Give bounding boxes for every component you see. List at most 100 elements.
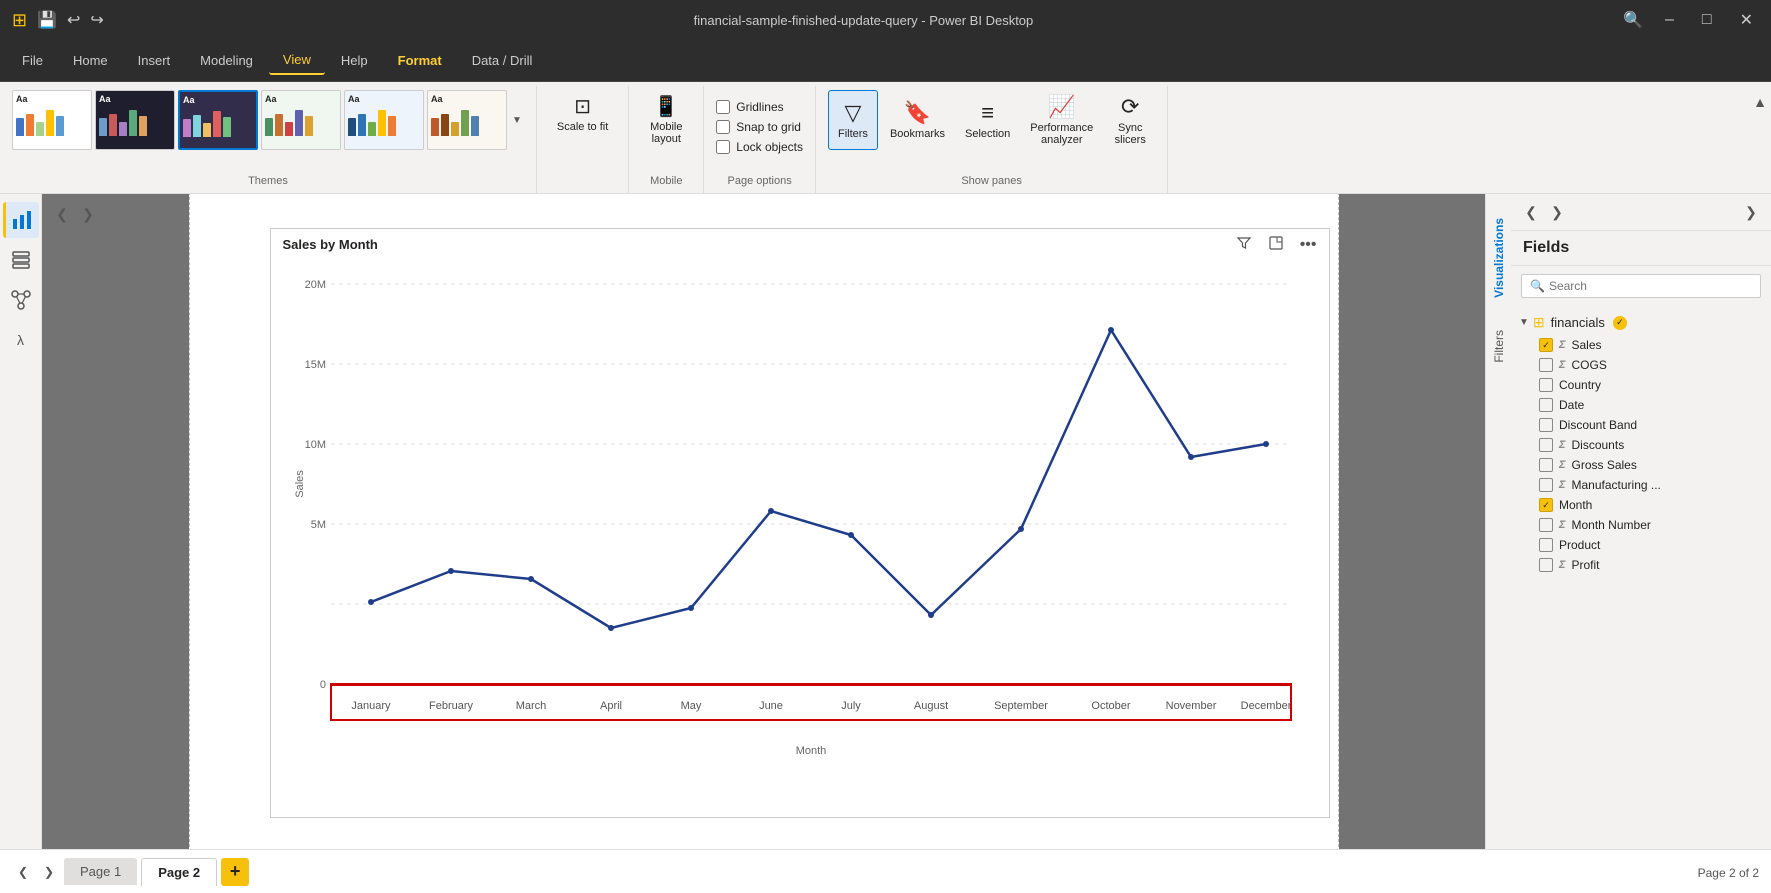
field-check-profit[interactable] [1539,558,1553,572]
sync-slicers-btn[interactable]: ⟳ Syncslicers [1105,90,1155,150]
tree-field-profit[interactable]: Σ Profit [1511,555,1771,575]
themes-chevron[interactable]: ▼ [510,113,524,128]
field-check-discounts[interactable] [1539,438,1553,452]
chart-title: Sales by Month [271,229,1329,256]
canvas-nav-right[interactable]: ❯ [76,202,100,226]
field-check-month[interactable] [1539,498,1553,512]
tree-field-date[interactable]: Date [1511,395,1771,415]
field-check-discount-band[interactable] [1539,418,1553,432]
panel-nav-right[interactable]: ❯ [1545,200,1569,224]
tree-field-sales[interactable]: Σ Sales [1511,335,1771,355]
menu-home[interactable]: Home [59,47,122,74]
menu-modeling[interactable]: Modeling [186,47,267,74]
field-label-manufacturing: Manufacturing ... [1572,478,1661,492]
tree-parent-financials[interactable]: ▼ ⊞ financials ✓ [1511,310,1771,335]
nav-model[interactable] [3,282,39,318]
theme-tile-5[interactable]: Aa [344,90,424,150]
tree-field-gross-sales[interactable]: Σ Gross Sales [1511,455,1771,475]
title-bar-right: 🔍 – □ ✕ [1623,8,1759,32]
page-prev-btn[interactable]: ❮ [12,861,34,883]
panel-collapse: ❯ [1739,200,1763,224]
selection-pane-btn[interactable]: ≡ Selection [957,90,1018,150]
field-check-cogs[interactable] [1539,358,1553,372]
theme-tile-4[interactable]: Aa [261,90,341,150]
search-input[interactable] [1549,279,1752,293]
lock-objects-checkbox-row[interactable]: Lock objects [716,138,803,156]
theme-tile-6[interactable]: Aa [427,90,507,150]
field-check-month-number[interactable] [1539,518,1553,532]
page-canvas[interactable]: Sales by Month ••• [189,194,1339,849]
add-page-btn[interactable]: + [221,858,249,886]
nav-dax[interactable]: λ [3,322,39,358]
maximize-button[interactable]: □ [1696,9,1718,31]
save-icon[interactable]: 💾 [37,10,57,30]
field-label-discount-band: Discount Band [1559,418,1637,432]
status-text: Page 2 of 2 [1698,866,1759,880]
page-tab-1[interactable]: Page 1 [64,858,137,885]
snap-to-grid-checkbox[interactable] [716,120,730,134]
snap-to-grid-checkbox-row[interactable]: Snap to grid [716,118,803,136]
field-check-country[interactable] [1539,378,1553,392]
field-check-date[interactable] [1539,398,1553,412]
tree-field-discount-band[interactable]: Discount Band [1511,415,1771,435]
tree-field-month-number[interactable]: Σ Month Number [1511,515,1771,535]
svg-text:August: August [913,700,947,712]
ribbon-collapse-btn[interactable]: ▲ [1753,94,1767,110]
menu-datadrill[interactable]: Data / Drill [458,47,547,74]
scale-to-fit-btn[interactable]: ⊡ Scale to fit [549,90,616,137]
tree-field-discounts[interactable]: Σ Discounts [1511,435,1771,455]
chart-svg: 20M 15M 10M 5M 0 Sales January Febru [291,264,1311,784]
body-wrapper: λ Sales by Month ••• [0,194,1771,849]
panel-expand-right[interactable]: ❯ [1739,200,1763,224]
gridlines-checkbox[interactable] [716,100,730,114]
chart-visual[interactable]: Sales by Month ••• [270,228,1330,818]
tree-field-cogs[interactable]: Σ COGS [1511,355,1771,375]
panel-nav-left[interactable]: ❮ [1519,200,1543,224]
field-check-product[interactable] [1539,538,1553,552]
close-button[interactable]: ✕ [1734,8,1759,32]
menu-format[interactable]: Format [384,47,456,74]
ribbon-themes-section: Aa Aa [0,86,537,193]
nav-report[interactable] [3,202,39,238]
theme-tile-3[interactable]: Aa [178,90,258,150]
nav-data[interactable] [3,242,39,278]
menu-help[interactable]: Help [327,47,382,74]
performance-analyzer-btn[interactable]: 📈 Performanceanalyzer [1022,90,1101,150]
title-search-icon[interactable]: 🔍 [1623,10,1643,30]
page-tab-2[interactable]: Page 2 [141,858,217,886]
filters-tab[interactable]: Filters [1486,314,1512,379]
redo-icon[interactable]: ↪ [90,10,103,30]
chart-expand-btn[interactable] [1264,233,1288,258]
search-box[interactable]: 🔍 [1521,274,1761,298]
tree-field-country[interactable]: Country [1511,375,1771,395]
tree-field-product[interactable]: Product [1511,535,1771,555]
theme-tile-1[interactable]: Aa [12,90,92,150]
menu-insert[interactable]: Insert [124,47,185,74]
visualizations-tab[interactable]: Visualizations [1486,202,1512,314]
field-check-sales[interactable] [1539,338,1553,352]
filters-pane-btn[interactable]: ▽ Filters [828,90,878,150]
mobile-layout-btn[interactable]: 📱 Mobilelayout [641,90,691,149]
canvas-nav-left[interactable]: ❮ [50,202,74,226]
gridlines-checkbox-row[interactable]: Gridlines [716,98,803,116]
minimize-button[interactable]: – [1659,9,1680,31]
tree-field-manufacturing[interactable]: Σ Manufacturing ... [1511,475,1771,495]
svg-text:20M: 20M [304,279,325,291]
bookmarks-pane-btn[interactable]: 🔖 Bookmarks [882,90,953,150]
field-check-manufacturing[interactable] [1539,478,1553,492]
lock-objects-checkbox[interactable] [716,140,730,154]
fields-tree: ▼ ⊞ financials ✓ Σ Sales Σ COGS [1511,306,1771,849]
field-check-gross-sales[interactable] [1539,458,1553,472]
undo-icon[interactable]: ↩ [67,10,80,30]
svg-text:5M: 5M [310,519,325,531]
theme-tile-2[interactable]: Aa [95,90,175,150]
ribbon-collapse-area: ▲ [1749,86,1771,193]
page-next-btn[interactable]: ❯ [38,861,60,883]
svg-text:May: May [680,700,701,712]
menu-file[interactable]: File [8,47,57,74]
field-label-sales: Sales [1572,338,1602,352]
chart-filter-btn[interactable] [1232,233,1256,258]
tree-field-month[interactable]: Month [1511,495,1771,515]
menu-view[interactable]: View [269,46,325,75]
chart-more-btn[interactable]: ••• [1296,234,1321,256]
